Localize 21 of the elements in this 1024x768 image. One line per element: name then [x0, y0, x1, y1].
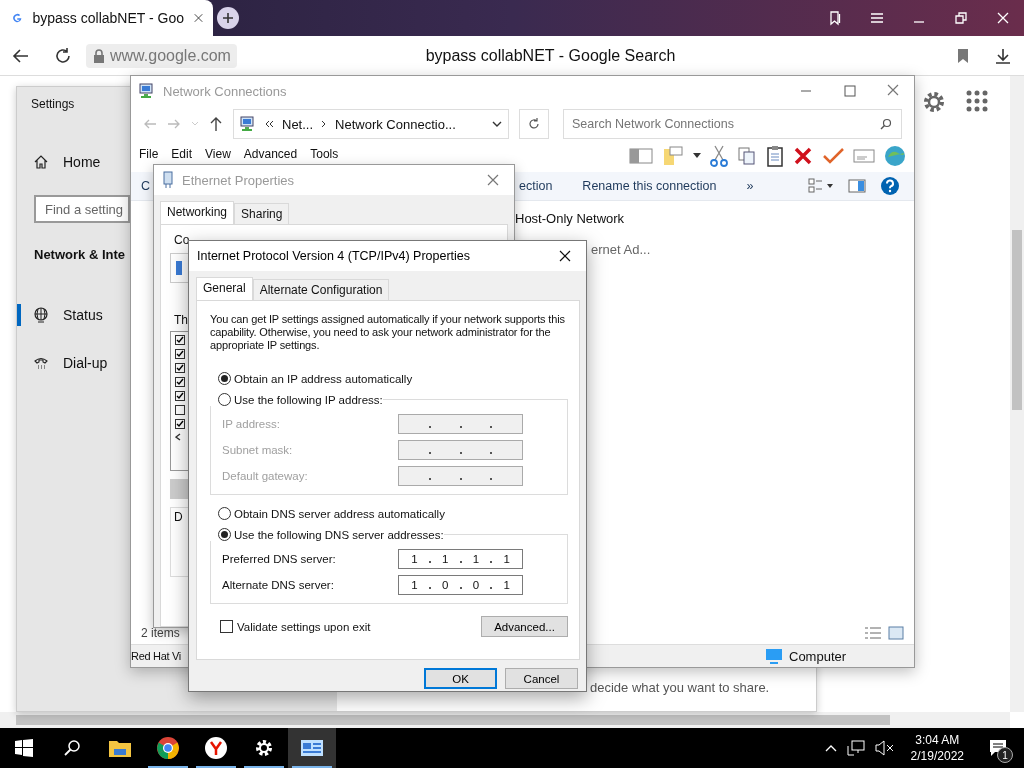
status-text: Computer: [789, 648, 847, 664]
intro-text: You can get IP settings assigned automatically if your network supports this capability. Otherwise, you need to ask your network administrator for the appropriate IP settings.: [210, 313, 566, 352]
field-label: Preferred DNS server:: [222, 553, 336, 565]
field-label: Subnet mask:: [222, 444, 293, 456]
field-label: Default gateway:: [222, 470, 308, 482]
section-heading: Network & Inte: [34, 247, 125, 262]
status-text: Red Hat Vi: [131, 650, 182, 662]
checkbox-label: Validate settings upon exit: [237, 620, 371, 633]
page-title: bypass collabNET - Google Search: [424, 46, 677, 65]
field-label: Alternate DNS server:: [222, 579, 334, 591]
frame-label: D: [174, 510, 183, 524]
window-title: Internet Protocol Version 4 (TCP/IPv4) Properties: [197, 249, 471, 263]
window-title: Ethernet Properties: [182, 172, 294, 188]
description-text: decide what you want to share.: [590, 680, 770, 695]
field-label: IP address:: [222, 418, 280, 430]
connection-description: ernet Ad...: [591, 242, 651, 257]
item-count: 2 items: [141, 626, 180, 640]
field-label: Th: [174, 313, 188, 327]
window-title: Settings: [30, 97, 76, 111]
window-title: Network Connections: [163, 83, 287, 99]
notification-count: 1: [997, 747, 1013, 763]
